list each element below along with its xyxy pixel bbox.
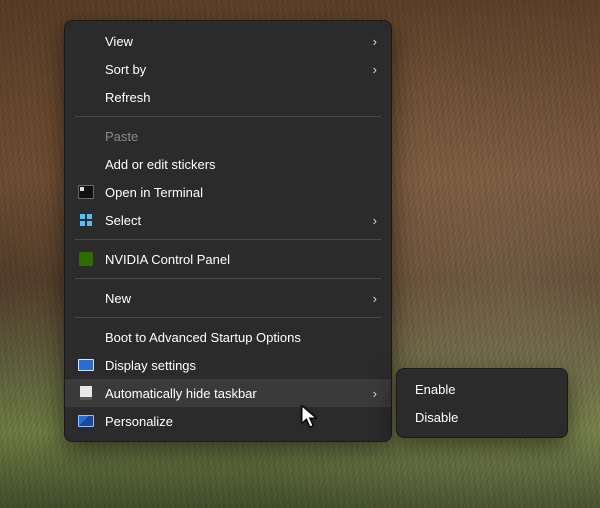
menu-separator [75,239,381,240]
chevron-right-icon: › [373,291,377,306]
menu-item-label: View [105,34,363,49]
menu-item-paste: Paste [65,122,391,150]
blank-icon [77,289,95,307]
personalize-icon [77,412,95,430]
chevron-right-icon: › [373,34,377,49]
menu-item-boot-advanced[interactable]: Boot to Advanced Startup Options [65,323,391,351]
autohide-icon [77,384,95,402]
menu-item-label: Display settings [105,358,377,373]
blank-icon [77,60,95,78]
chevron-right-icon: › [373,386,377,401]
display-icon [77,356,95,374]
chevron-right-icon: › [373,62,377,77]
menu-item-sort-by[interactable]: Sort by › [65,55,391,83]
blank-icon [77,155,95,173]
menu-item-label: Select [105,213,363,228]
blank-icon [77,32,95,50]
menu-item-view[interactable]: View › [65,27,391,55]
menu-item-new[interactable]: New › [65,284,391,312]
menu-item-nvidia[interactable]: NVIDIA Control Panel [65,245,391,273]
menu-item-open-terminal[interactable]: Open in Terminal [65,178,391,206]
menu-item-label: Automatically hide taskbar [105,386,363,401]
blank-icon [77,127,95,145]
menu-item-label: Sort by [105,62,363,77]
terminal-icon [77,183,95,201]
blank-icon [77,328,95,346]
nvidia-icon [77,250,95,268]
menu-item-label: Personalize [105,414,377,429]
menu-item-label: Open in Terminal [105,185,377,200]
chevron-right-icon: › [373,213,377,228]
menu-item-label: New [105,291,363,306]
menu-item-label: Disable [415,410,553,425]
menu-separator [75,278,381,279]
select-icon [77,211,95,229]
menu-item-personalize[interactable]: Personalize [65,407,391,435]
blank-icon [77,88,95,106]
menu-item-refresh[interactable]: Refresh [65,83,391,111]
menu-item-label: Enable [415,382,553,397]
menu-item-label: Paste [105,129,377,144]
menu-item-autohide-taskbar[interactable]: Automatically hide taskbar › [65,379,391,407]
submenu-item-enable[interactable]: Enable [397,375,567,403]
menu-separator [75,116,381,117]
menu-separator [75,317,381,318]
menu-item-label: Refresh [105,90,377,105]
autohide-submenu: Enable Disable [396,368,568,438]
menu-item-select[interactable]: Select › [65,206,391,234]
submenu-item-disable[interactable]: Disable [397,403,567,431]
desktop-context-menu: View › Sort by › Refresh Paste Add or ed… [64,20,392,442]
menu-item-label: Add or edit stickers [105,157,377,172]
menu-item-label: Boot to Advanced Startup Options [105,330,377,345]
menu-item-label: NVIDIA Control Panel [105,252,377,267]
menu-item-display-settings[interactable]: Display settings [65,351,391,379]
menu-item-stickers[interactable]: Add or edit stickers [65,150,391,178]
